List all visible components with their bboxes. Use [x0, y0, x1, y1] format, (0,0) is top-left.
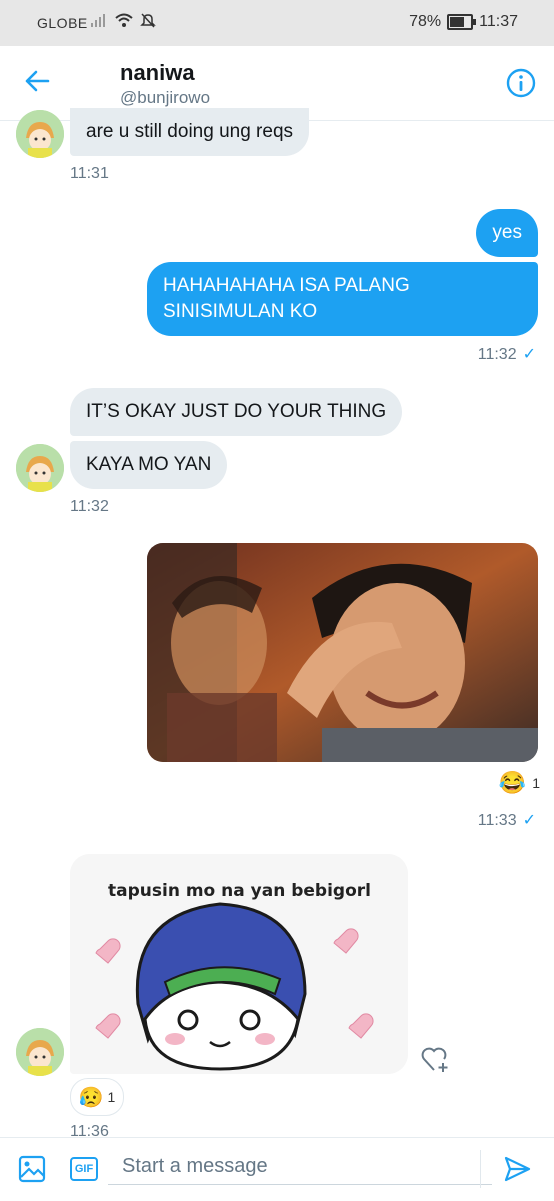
image-icon[interactable] — [18, 1155, 46, 1183]
drawing-image[interactable]: tapusin mo na yan bebigorl — [70, 854, 408, 1074]
add-reaction-heart-icon[interactable] — [420, 1044, 452, 1074]
message-input[interactable] — [108, 1148, 492, 1185]
reaction[interactable]: 😂 1 — [499, 770, 540, 796]
wifi-icon — [115, 13, 133, 27]
crying-emoji-icon: 😥 — [78, 1086, 104, 1109]
message-timestamp: 11:33 ✓ — [477, 812, 536, 829]
status-bar: GLOBE 78% 11:37 — [0, 0, 554, 46]
message-text: IT’S OKAY JUST DO YOUR THING — [86, 401, 387, 422]
meme-photo[interactable] — [147, 543, 538, 762]
battery-icon — [447, 14, 477, 30]
contact-name[interactable]: naniwa — [120, 60, 195, 86]
anime-avatar-icon — [16, 1028, 64, 1076]
message-bubble-incoming[interactable]: KAYA MO YAN — [70, 441, 228, 489]
contact-handle[interactable]: @bunjirowo — [120, 88, 210, 108]
carrier-label: GLOBE — [37, 15, 88, 31]
send-icon[interactable] — [503, 1155, 531, 1183]
gif-button[interactable]: GIF — [70, 1157, 98, 1181]
photo-image — [147, 543, 538, 762]
anime-avatar-icon — [16, 444, 64, 492]
laughing-emoji-icon: 😂 — [498, 770, 527, 795]
divider — [480, 1150, 481, 1188]
battery-percent: 78% — [409, 13, 442, 30]
message-timestamp: 11:32 ✓ — [477, 346, 536, 363]
message-bubble-incoming[interactable]: IT’S OKAY JUST DO YOUR THING — [70, 388, 403, 436]
avatar[interactable] — [16, 110, 64, 158]
message-text: KAYA MO YAN — [86, 454, 212, 475]
arrow-left-icon[interactable] — [24, 68, 50, 94]
reaction-count: 1 — [532, 775, 540, 791]
message-composer: GIF — [0, 1137, 554, 1201]
mute-bell-icon — [140, 13, 156, 28]
message-bubble-incoming[interactable]: are u still doing ung reqs — [70, 108, 310, 156]
message-text: are u still doing ung reqs — [86, 121, 294, 142]
clock: 11:37 — [479, 13, 518, 30]
message-text: HAHAHAHAHA ISA PALANG SINISIMULAN KO — [163, 275, 410, 322]
anime-avatar-icon — [16, 110, 64, 158]
message-bubble-outgoing[interactable]: yes — [476, 209, 538, 257]
check-icon: ✓ — [522, 346, 536, 363]
message-bubble-outgoing[interactable]: HAHAHAHAHA ISA PALANG SINISIMULAN KO — [147, 262, 538, 336]
signal-icon — [91, 14, 105, 27]
reaction[interactable]: 😥 1 — [70, 1078, 124, 1116]
handwritten-text: tapusin mo na yan bebigorl — [108, 881, 371, 901]
message-timestamp: 11:31 — [70, 165, 109, 182]
info-icon[interactable] — [506, 68, 536, 98]
drawing-illustration: tapusin mo na yan bebigorl — [70, 854, 408, 1074]
avatar[interactable] — [16, 1028, 64, 1076]
avatar[interactable] — [16, 444, 64, 492]
gif-label: GIF — [74, 1163, 94, 1175]
check-icon: ✓ — [522, 812, 536, 829]
reaction-count: 1 — [107, 1089, 116, 1105]
message-timestamp: 11:32 — [70, 498, 109, 515]
message-text: yes — [492, 222, 522, 243]
